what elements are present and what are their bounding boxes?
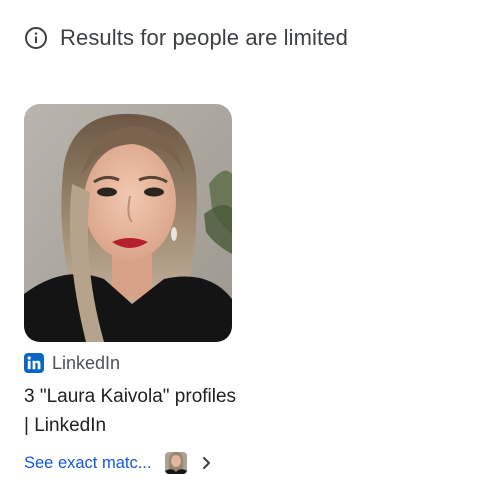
info-icon[interactable] (24, 26, 48, 50)
person-thumbnail (165, 452, 188, 474)
source-name: LinkedIn (52, 352, 121, 373)
limited-results-notice: Results for people are limited (24, 22, 348, 54)
source-row: LinkedIn (24, 352, 232, 374)
see-exact-matches-link[interactable]: See exact matc... (24, 450, 232, 476)
linkedin-logo-icon (24, 353, 44, 373)
see-exact-matches-label: See exact matc... (24, 453, 152, 472)
chevron-right-icon (203, 457, 211, 469)
result-title-link[interactable]: 3 "Laura Kaivola" profiles | LinkedIn (24, 382, 244, 440)
result-thumbnail[interactable] (24, 104, 232, 342)
person-photo (24, 104, 232, 342)
result-card: LinkedIn 3 "Laura Kaivola" profiles | Li… (24, 104, 236, 476)
notice-text: Results for people are limited (60, 25, 348, 50)
